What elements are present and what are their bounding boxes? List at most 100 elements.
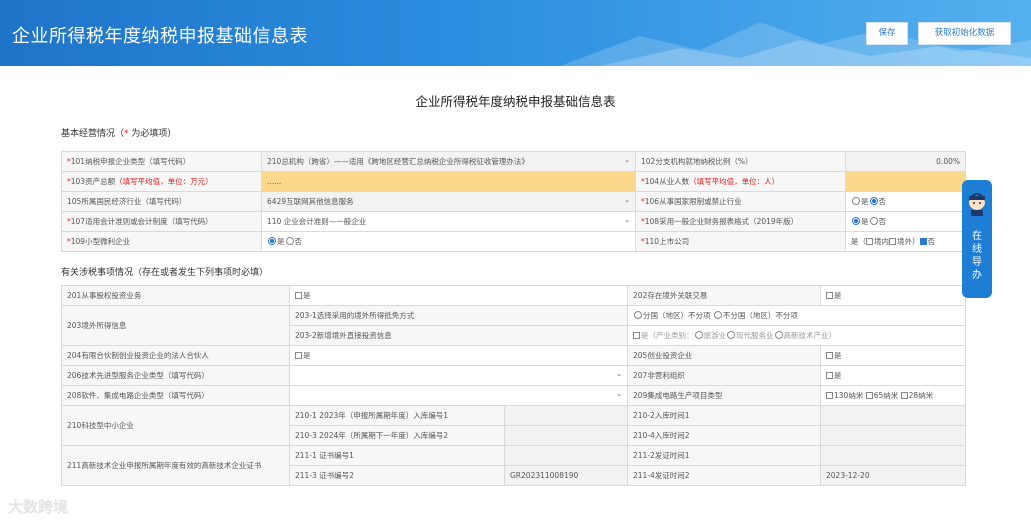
new-overseas-investment-options[interactable]: 是（产业类别： 旅游业 现代服务业 高新技术产业） (627, 325, 966, 346)
checkbox-no[interactable] (919, 238, 927, 245)
sub-label: 203-2新增境外直接投资信息 (289, 325, 628, 346)
registration-no-1-field[interactable] (504, 405, 628, 426)
top-banner: 企业所得税年度纳税申报基础信息表 保存 获取初始化数据 (0, 0, 1031, 66)
industry-select[interactable]: 6429互联网其他信息服务 ⌄ (261, 191, 636, 212)
checkbox-overseas[interactable] (889, 238, 896, 245)
row-label: *109小型微利企业 (61, 231, 262, 252)
listed-company-options[interactable]: 是（ 境内 境外）否 (845, 231, 966, 252)
page-title: 企业所得税年度纳税申报基础信息表 (415, 94, 616, 109)
radio[interactable] (727, 331, 735, 339)
chevron-down-icon: ⌄ (624, 196, 630, 204)
advanced-tech-service-select[interactable]: ⌄ (289, 365, 628, 386)
tax-matters-table: 201从事股权投资业务 是 202存在境外关联交易 是 203境外所得信息 20… (61, 285, 966, 486)
registration-date-1-field[interactable] (820, 405, 966, 426)
row-label: 210科技型中小企业 (61, 405, 290, 446)
row-label: 202存在境外关联交易 (627, 285, 821, 306)
row-label: 207非营利组织 (627, 365, 821, 386)
table-row: 105所属国民经济行业（填写代码） 6429互联网其他信息服务 ⌄ *106从事国… (61, 191, 966, 212)
table-row: 204有限合伙制创业投资企业的法人合伙人 是 205创业投资企业 是 (61, 345, 966, 366)
row-label: *104从业人数（填写平均值，单位：人） (635, 171, 846, 192)
accounting-standard-select[interactable]: 110 企业会计准则—一般企业 ⌄ (261, 211, 636, 232)
radio-yes[interactable] (852, 197, 860, 205)
table-row: *103资产总额（填写平均值，单位：万元） ...... *104从业人数（填写… (61, 171, 966, 192)
checkbox-domestic[interactable] (866, 238, 873, 245)
ic-project-type-options[interactable]: 130纳米 65纳米 28纳米 (820, 385, 966, 406)
report-format-radio[interactable]: 是否 (845, 211, 966, 232)
table-row: 211高新技术企业申报所属期年度有效的高新技术企业证书 211-1 证书编号1 … (61, 445, 966, 486)
table-row: 210科技型中小企业 210-1 2023年（申报所属期年度）入库编号1 210… (61, 405, 966, 446)
table-row: 203境外所得信息 203-1选择采用的境外所得抵免方式 分国（地区）不分项 不… (61, 305, 966, 346)
table-row: *109小型微利企业 是否 *110上市公司 是（ 境内 境外）否 (61, 231, 966, 252)
online-guide-widget[interactable]: 在线导办 (962, 180, 992, 298)
sub-label: 211-4发证时间2 (627, 465, 821, 486)
assistant-avatar-icon (969, 193, 985, 216)
app-title: 企业所得税年度纳税申报基础信息表 (12, 26, 308, 47)
restricted-industry-radio[interactable]: 是否 (845, 191, 966, 212)
row-label: 105所属国民经济行业（填写代码） (61, 191, 262, 212)
checkbox[interactable] (826, 352, 833, 359)
table-row: 208软件、集成电路企业类型（填写代码） ⌄ 209集成电路生产项目类型 130… (61, 385, 966, 406)
chevron-down-icon: ⌄ (624, 216, 630, 224)
overseas-related-option[interactable]: 是 (820, 285, 966, 306)
total-assets-field[interactable]: ...... (261, 171, 636, 192)
radio-no[interactable] (285, 237, 294, 245)
certificate-no-2-field[interactable]: GR202311008190 (504, 465, 628, 486)
row-label: 204有限合伙制创业投资企业的法人合伙人 (61, 345, 290, 366)
table-row: 206技术先进型服务企业类型（填写代码） ⌄ 207非营利组织 是 (61, 365, 966, 386)
checkbox[interactable] (826, 372, 833, 379)
sub-label: 203-1选择采用的境外所得抵免方式 (289, 305, 628, 326)
checkbox[interactable] (295, 292, 302, 299)
checkbox[interactable] (295, 352, 302, 359)
branch-ratio-field[interactable]: 0.00% (845, 151, 966, 172)
nonprofit-option[interactable]: 是 (820, 365, 966, 386)
checkbox[interactable] (633, 332, 640, 339)
certificate-date-2-field[interactable]: 2023-12-20 (820, 465, 966, 486)
registration-no-2-field[interactable] (504, 425, 628, 446)
checkbox[interactable] (826, 292, 833, 299)
chevron-down-icon: ⌄ (616, 390, 622, 398)
checkbox[interactable] (826, 392, 833, 399)
lp-partner-option[interactable]: 是 (289, 345, 628, 366)
radio[interactable] (774, 331, 783, 339)
sub-label: 210-4入库时间2 (627, 425, 821, 446)
sub-label: 210-1 2023年（申报所属期年度）入库编号1 (289, 405, 505, 426)
equity-investment-option[interactable]: 是 (289, 285, 628, 306)
row-label: *108采用一般企业财务报表格式（2019年版） (635, 211, 846, 232)
chevron-down-icon: ⌄ (624, 156, 630, 164)
sub-label: 211-2发证时间1 (627, 445, 821, 466)
credit-method-radio[interactable]: 分国（地区）不分项 不分国（地区）不分项 (627, 305, 966, 326)
radio[interactable] (694, 331, 703, 339)
checkbox[interactable] (900, 392, 908, 399)
row-label: *101纳税申报企业类型（填写代码） (61, 151, 262, 172)
row-label: 209集成电路生产项目类型 (627, 385, 821, 406)
watermark-logo: 大数跨境 (8, 498, 69, 516)
radio-no[interactable] (869, 197, 878, 205)
radio-not-by-country[interactable] (713, 311, 722, 319)
row-label: *110上市公司 (635, 231, 846, 252)
radio-no[interactable] (869, 217, 878, 225)
section-basic-title: 基本经营情况（* 为必填项） (61, 129, 177, 139)
small-profit-radio[interactable]: 是否 (261, 231, 636, 252)
row-label: 208软件、集成电路企业类型（填写代码） (61, 385, 290, 406)
employee-count-field[interactable] (845, 171, 966, 192)
table-row: *107适用会计准则或会计制度（填写代码） 110 企业会计准则—一般企业 ⌄ *… (61, 211, 966, 232)
checkbox[interactable] (865, 392, 873, 399)
fetch-initial-data-button[interactable]: 获取初始化数据 (918, 22, 1011, 45)
certificate-date-1-field[interactable] (820, 445, 966, 466)
software-ic-type-select[interactable]: ⌄ (289, 385, 628, 406)
save-button[interactable]: 保存 (866, 22, 908, 45)
radio-by-country[interactable] (634, 311, 642, 319)
enterprise-type-select[interactable]: 210总机构（跨省）——适用《跨地区经营汇总纳税企业所得税征收管理办法》 ⌄ (261, 151, 636, 172)
certificate-no-1-field[interactable] (504, 445, 628, 466)
sub-label: 211-3 证书编号2 (289, 465, 505, 486)
radio-yes[interactable] (852, 217, 860, 225)
registration-date-2-field[interactable] (820, 425, 966, 446)
radio-yes[interactable] (268, 237, 276, 245)
row-label: 206技术先进型服务企业类型（填写代码） (61, 365, 290, 386)
basic-info-table: *101纳税申报企业类型（填写代码） 210总机构（跨省）——适用《跨地区经营汇… (61, 151, 966, 252)
row-label: 211高新技术企业申报所属期年度有效的高新技术企业证书 (61, 445, 290, 486)
sub-label: 210-3 2024年（所属期下一年度）入库编号2 (289, 425, 505, 446)
venture-capital-option[interactable]: 是 (820, 345, 966, 366)
row-label: 203境外所得信息 (61, 305, 290, 346)
table-row: 201从事股权投资业务 是 202存在境外关联交易 是 (61, 285, 966, 306)
